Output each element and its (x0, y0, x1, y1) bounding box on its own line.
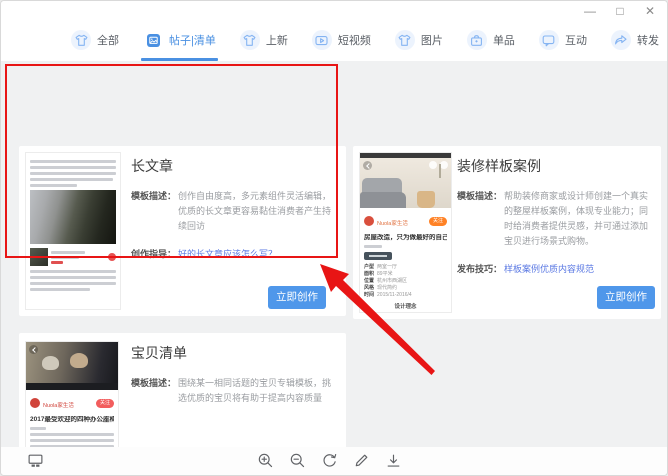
share-arrow-icon (611, 30, 631, 50)
overview-tag (364, 252, 392, 260)
card-title: 宝贝清单 (131, 343, 338, 363)
back-icon (363, 161, 372, 170)
design-concept-header: 设计理念 (364, 304, 447, 311)
product-row (30, 247, 116, 267)
follow-pill: 关注 (96, 399, 114, 408)
tab-label: 帖子|清单 (169, 32, 216, 48)
video-icon (312, 30, 332, 50)
bottom-toolbar (1, 447, 667, 475)
refresh-icon[interactable] (321, 452, 338, 474)
creation-guide: 创作指导： 好的长文章应该怎么写？ (131, 247, 338, 262)
category-tabs: 全部 帖子|清单 上新 (71, 27, 659, 53)
tab-all[interactable]: 全部 (71, 27, 119, 53)
follow-pill: 关注 (429, 217, 447, 226)
briefcase-icon (467, 30, 487, 50)
back-icon (29, 345, 38, 354)
office-chairs-photo (26, 342, 118, 390)
edit-pencil-icon[interactable] (353, 452, 370, 474)
tab-label: 单品 (493, 32, 515, 48)
description-label: 模板描述： (131, 189, 176, 204)
guide-label: 创作指导： (131, 247, 176, 262)
living-room-photo (360, 158, 451, 208)
card-title: 长文章 (131, 156, 338, 176)
tab-label: 转发 (637, 32, 659, 48)
tab-short-video[interactable]: 短视频 (312, 27, 371, 53)
cart-dot-icon (108, 253, 116, 261)
shirt-icon (240, 30, 260, 50)
spec-row: 时间2015/11-2016/4 (364, 292, 447, 299)
tab-label: 互动 (565, 32, 587, 48)
create-now-button[interactable]: 立即创作 (597, 286, 655, 309)
download-icon[interactable] (385, 452, 402, 474)
tab-label: 上新 (266, 32, 288, 48)
template-card-long-article: 长文章 模板描述： 创作自由度高，多元素组件灵活编辑，优质的长文章更容易黏住消费… (19, 146, 346, 316)
description-text: 帮助装修商家或设计师创建一个真实的整屋样板案例，体现专业能力；同时给消费者提供灵… (504, 191, 648, 246)
case-specs: 户型两室一厅 面积89平米 位置杭州市西湖区 风格现代简约 时间2015/11-… (364, 264, 447, 299)
app-window: — □ ✕ 全部 帖子|清单 (0, 0, 668, 476)
tab-label: 全部 (97, 32, 119, 48)
description-text: 围绕某一相同话题的宝贝专辑模板，挑选优质的宝贝将有助于提高内容质量 (178, 378, 331, 403)
create-now-button[interactable]: 立即创作 (268, 286, 326, 309)
spec-row: 面积89平米 (364, 271, 447, 278)
tab-label: 图片 (421, 32, 443, 48)
maximize-button[interactable]: □ (613, 3, 627, 19)
zoom-out-icon[interactable] (289, 452, 306, 474)
preview-username: Nuola家生活 (377, 221, 408, 227)
template-description: 模板描述： 围绕某一相同话题的宝贝专辑模板，挑选优质的宝贝将有助于提高内容质量 (131, 376, 338, 406)
tab-label: 短视频 (338, 32, 371, 48)
spec-row: 户型两室一厅 (364, 264, 447, 271)
minimize-button[interactable]: — (583, 3, 597, 19)
top-tab-bar: — □ ✕ 全部 帖子|清单 (1, 1, 667, 61)
preview-post-title: 房屋改造，只为做最好的自己 (364, 234, 447, 242)
long-article-preview-thumbnail (25, 152, 121, 310)
publish-tips: 发布技巧： 样板案例优质内容规范 (457, 262, 653, 277)
tab-picture[interactable]: 图片 (395, 27, 443, 53)
avatar (30, 398, 40, 408)
preview-username: Nuola家生活 (43, 403, 74, 409)
spec-row: 位置杭州市西湖区 (364, 278, 447, 285)
template-description: 模板描述： 帮助装修商家或设计师创建一个真实的整屋样板案例，体现专业能力；同时给… (457, 189, 653, 249)
close-button[interactable]: ✕ (643, 3, 657, 19)
zoom-in-icon[interactable] (257, 452, 274, 474)
preview-user-row: Nuola家生活 关注 (364, 212, 447, 230)
tab-forward[interactable]: 转发 (611, 27, 659, 53)
product-thumb (30, 248, 48, 266)
guide-link[interactable]: 好的长文章应该怎么写？ (178, 249, 277, 259)
shirt-icon (395, 30, 415, 50)
post-list-icon (143, 30, 163, 50)
display-mode-icon[interactable] (27, 452, 44, 474)
tab-new-arrival[interactable]: 上新 (240, 27, 288, 53)
avatar (364, 216, 374, 226)
chat-bubble-icon (539, 30, 559, 50)
tips-label: 发布技巧： (457, 262, 502, 277)
description-text: 创作自由度高，多元素组件灵活编辑，优质的长文章更容易黏住消费者产生持续回访 (178, 191, 331, 231)
tab-interaction[interactable]: 互动 (539, 27, 587, 53)
decor-case-preview-thumbnail: Nuola家生活 关注 房屋改造，只为做最好的自己 户型两室一厅 面积89平米 … (359, 152, 452, 313)
tab-single-item[interactable]: 单品 (467, 27, 515, 53)
card-title: 装修样板案例 (457, 156, 653, 176)
shirt-icon (71, 30, 91, 50)
preview-user-row: Nuola家生活 关注 (30, 394, 114, 412)
tab-post-list[interactable]: 帖子|清单 (143, 27, 216, 53)
spec-row: 风格现代简约 (364, 285, 447, 292)
description-label: 模板描述： (457, 189, 502, 204)
template-gallery: 长文章 模板描述： 创作自由度高，多元素组件灵活编辑，优质的长文章更容易黏住消费… (1, 61, 667, 447)
template-card-decor-case: Nuola家生活 关注 房屋改造，只为做最好的自己 户型两室一厅 面积89平米 … (353, 146, 661, 319)
description-label: 模板描述： (131, 376, 176, 391)
template-description: 模板描述： 创作自由度高，多元素组件灵活编辑，优质的长文章更容易黏住消费者产生持… (131, 189, 338, 234)
tips-link[interactable]: 样板案例优质内容规范 (504, 264, 594, 274)
preview-post-title: 2017最受欢迎的四种办公座椅 (30, 416, 114, 424)
window-controls: — □ ✕ (583, 3, 657, 19)
street-fashion-photo (30, 190, 116, 244)
